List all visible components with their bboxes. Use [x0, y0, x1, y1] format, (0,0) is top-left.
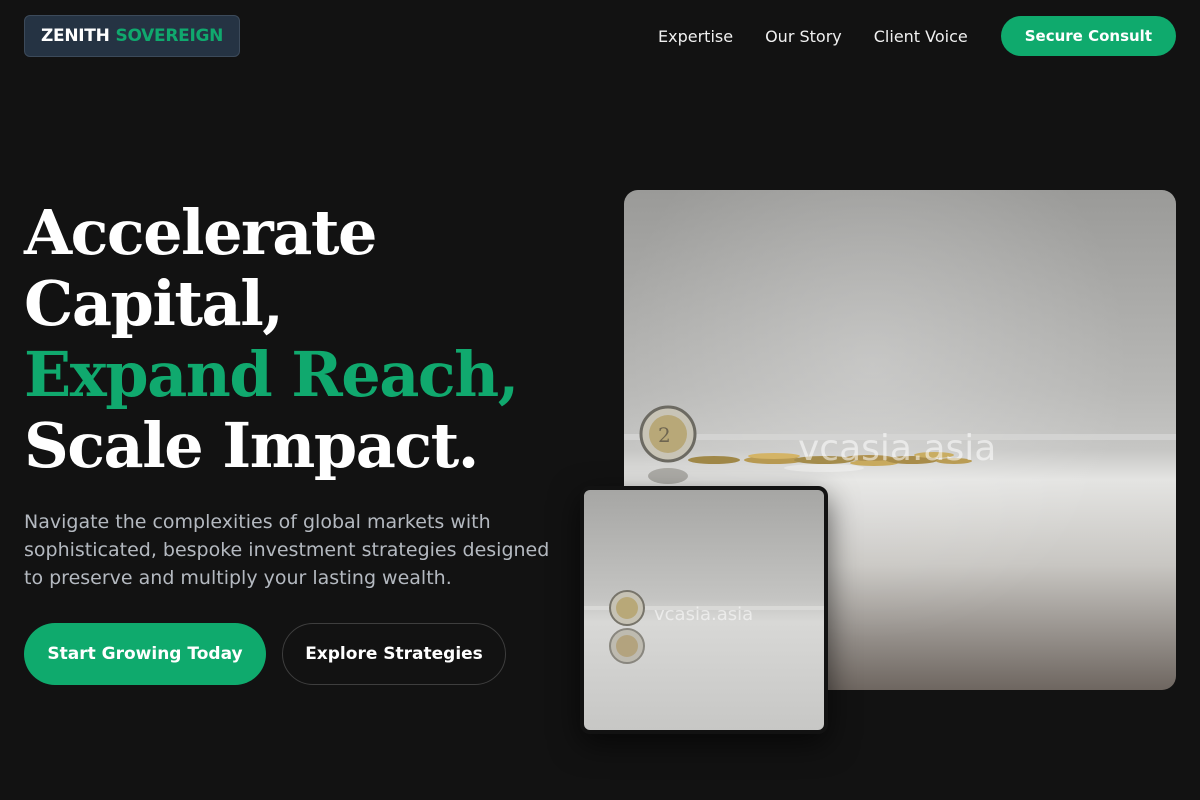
nav-link-expertise[interactable]: Expertise — [658, 27, 733, 46]
hero-secondary-image: vcasia.asia — [580, 486, 828, 734]
hero-headline: Accelerate Capital, Expand Reach, Scale … — [24, 197, 584, 481]
svg-text:2: 2 — [658, 423, 671, 447]
brand-name-primary: ZENITH — [41, 26, 110, 46]
site-header: ZENITH SOVEREIGN Expertise Our Story Cli… — [24, 15, 1176, 57]
main-nav: Expertise Our Story Client Voice Secure … — [658, 16, 1176, 56]
headline-line-1: Accelerate — [24, 196, 377, 269]
brand-logo[interactable]: ZENITH SOVEREIGN — [24, 15, 241, 57]
headline-line-3-accent: Expand Reach, — [24, 338, 519, 411]
nav-link-client-voice[interactable]: Client Voice — [874, 27, 968, 46]
headline-line-2: Capital, — [24, 267, 284, 340]
image-watermark-small: vcasia.asia — [654, 604, 754, 625]
start-growing-button[interactable]: Start Growing Today — [24, 623, 266, 685]
explore-strategies-button[interactable]: Explore Strategies — [282, 623, 506, 685]
hero-lead-text: Navigate the complexities of global mark… — [24, 511, 550, 589]
headline-line-4: Scale Impact. — [24, 409, 479, 482]
image-watermark: vcasia.asia — [798, 428, 997, 469]
nav-link-our-story[interactable]: Our Story — [765, 27, 842, 46]
brand-name-accent: SOVEREIGN — [115, 26, 224, 46]
secure-consult-button[interactable]: Secure Consult — [1000, 16, 1176, 56]
